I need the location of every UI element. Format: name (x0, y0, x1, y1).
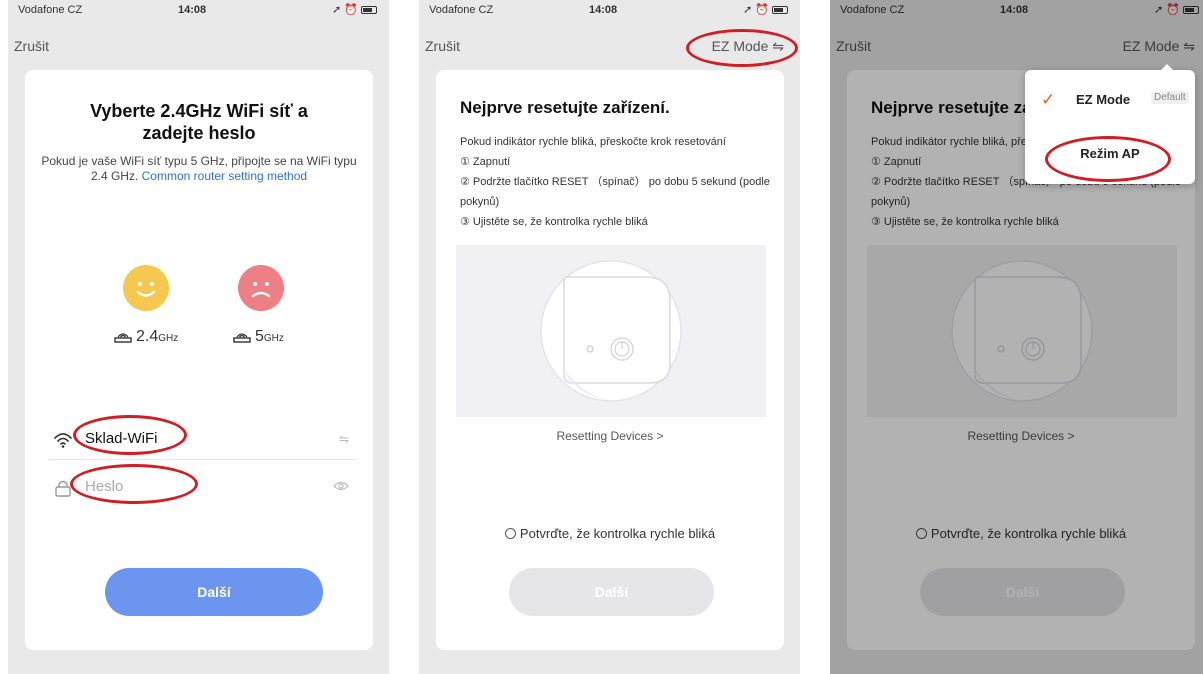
step-2: ② Podržte tlačítko RESET （spínač） po dob… (460, 176, 770, 208)
step-1: ① Zapnutí (460, 156, 511, 168)
router-icon (114, 333, 132, 343)
band-24ghz: 2.4GHz (114, 328, 178, 346)
carrier-label: Vodafone CZ (18, 4, 83, 16)
swap-icon[interactable]: ⇋ (339, 432, 349, 446)
highlight-ring-password (70, 464, 198, 504)
screen-mode-menu: Vodafone CZ 14:08 ➚ ⏰ Zrušit EZ Mode ⇋ N… (830, 0, 1203, 674)
title-line-2: zadejte heslo (142, 123, 256, 143)
title-line-1: Vyberte 2.4GHz WiFi síť a (90, 101, 308, 121)
step-3: ③ Ujistěte se, že kontrolka rychle bliká (460, 216, 648, 228)
clock: 14:08 (589, 4, 618, 16)
page-title: Vyberte 2.4GHz WiFi síť a zadejte heslo (25, 100, 373, 144)
highlight-ring-mode (686, 29, 798, 67)
router-icon (233, 333, 251, 343)
subtitle: Pokud je vaše WiFi síť typu 5 GHz, připo… (33, 154, 365, 184)
band-24-value: 2.4 (136, 328, 159, 345)
wifi-icon (54, 433, 72, 448)
band-unit: GHz (263, 333, 284, 344)
reset-steps: Pokud indikátor rychle bliká, přeskočte … (460, 132, 770, 232)
step-hint: Pokud indikátor rychle bliká, přeskočte … (460, 136, 726, 148)
band-5ghz: 5GHz (233, 328, 284, 346)
resetting-devices-link[interactable]: Resetting Devices > (436, 429, 784, 443)
page-title: Nejprve resetujte zařízení. (460, 98, 670, 117)
screen-wifi-setup: Vodafone CZ 14:08 ➚ ⏰ Zrušit Vyberte 2.4… (8, 0, 389, 674)
ez-mode-label: EZ Mode (1076, 92, 1131, 107)
highlight-ring-ssid (73, 415, 187, 455)
status-bar: Vodafone CZ 14:08 ➚ ⏰ (419, 0, 800, 22)
menu-item-ez-mode[interactable]: ✓ EZ Mode Default (1025, 78, 1195, 122)
smile-icon (123, 265, 169, 311)
default-badge: Default (1151, 91, 1189, 104)
device-illustration (456, 245, 766, 417)
clock: 14:08 (178, 4, 207, 16)
status-bar: Vodafone CZ 14:08 ➚ ⏰ (8, 0, 389, 22)
next-button[interactable]: Další (105, 568, 323, 616)
band-5-value: 5 (255, 328, 264, 345)
cancel-button[interactable]: Zrušit (425, 38, 460, 54)
next-button[interactable]: Další (509, 568, 714, 616)
band-unit: GHz (158, 333, 179, 344)
wifi-card: Vyberte 2.4GHz WiFi síť a zadejte heslo … (25, 70, 373, 650)
check-icon: ✓ (1041, 90, 1056, 109)
battery-icon: ➚ ⏰ (332, 3, 377, 16)
nav-bar: Zrušit (8, 36, 389, 60)
reset-card: Nejprve resetujte zařízení. Pokud indiká… (436, 70, 784, 650)
cancel-button[interactable]: Zrušit (14, 38, 49, 54)
router-setting-link[interactable]: Common router setting method (142, 169, 307, 183)
carrier-label: Vodafone CZ (429, 4, 494, 16)
highlight-ring-ap-mode (1045, 136, 1171, 182)
radio-icon (504, 528, 516, 539)
confirm-blink-radio[interactable]: Potvrďte, že kontrolka rychle bliká (436, 526, 784, 541)
screen-reset-device: Vodafone CZ 14:08 ➚ ⏰ Zrušit EZ Mode ⇋ N… (419, 0, 800, 674)
battery-icon: ➚ ⏰ (743, 3, 788, 16)
confirm-label: Potvrďte, že kontrolka rychle bliká (519, 526, 716, 541)
sad-icon (238, 265, 284, 311)
eye-icon[interactable] (333, 480, 349, 494)
